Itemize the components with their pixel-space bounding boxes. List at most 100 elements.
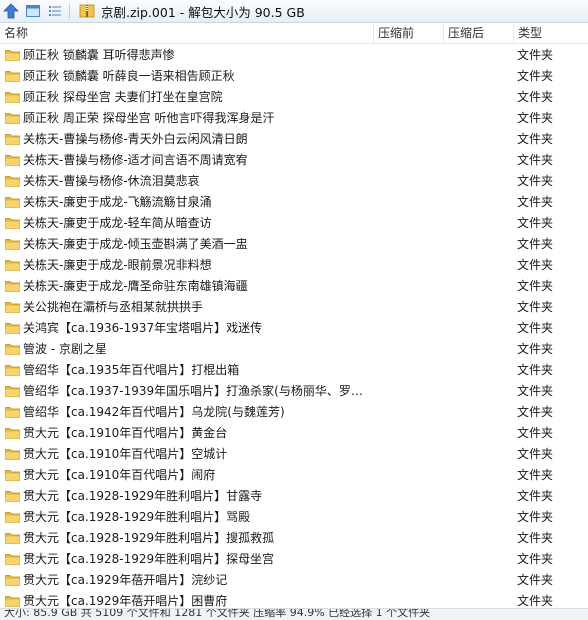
folder-icon [5, 113, 20, 124]
list-item[interactable]: 管绍华【ca.1937-1939年国乐唱片】打渔杀家(与杨丽华、罗小... 文件夹 [0, 381, 588, 402]
list-item-type: 文件夹 [517, 153, 554, 167]
folder-icon [5, 323, 20, 334]
list-item-type: 文件夹 [517, 405, 554, 419]
list-item-name: 贯大元【ca.1910年百代唱片】闹府 [23, 468, 216, 482]
list-item-name: 管绍华【ca.1935年百代唱片】打棍出箱 [23, 363, 240, 377]
folder-icon [5, 239, 20, 250]
list-item-name: 关鸿宾【ca.1936-1937年宝塔唱片】戏迷传 [23, 321, 263, 335]
column-header-packed[interactable]: 压缩后 [443, 24, 513, 43]
list-item-type: 文件夹 [517, 90, 554, 104]
folder-icon [5, 260, 20, 271]
list-item-name: 顾正秋 锁麟囊 听薛良一语来相告顾正秋 [23, 69, 235, 83]
list-item-type: 文件夹 [517, 195, 554, 209]
list-item-name: 管绍华【ca.1937-1939年国乐唱片】打渔杀家(与杨丽华、罗小... [23, 384, 373, 398]
list-item[interactable]: 关栋天-廉吏于成龙-膺圣命驻东南雄镇海疆 文件夹 [0, 276, 588, 297]
column-header-compressed[interactable]: 压缩前 [373, 24, 443, 43]
folder-icon [5, 71, 20, 82]
list-item[interactable]: 贯大元【ca.1928-1929年胜利唱片】搜孤救孤 文件夹 [0, 528, 588, 549]
list-item-name: 管波 - 京剧之星 [23, 342, 107, 356]
folder-icon [5, 281, 20, 292]
list-item-name: 贯大元【ca.1929年蓓开唱片】浣纱记 [23, 573, 228, 587]
list-item[interactable]: 关栋天-廉吏于成龙-飞觞流觞甘泉涌 文件夹 [0, 192, 588, 213]
list-item[interactable]: 关栋天-廉吏于成龙-轻车简从暗查访 文件夹 [0, 213, 588, 234]
list-item[interactable]: 顾正秋 锁麟囊 听薛良一语来相告顾正秋 文件夹 [0, 66, 588, 87]
list-item[interactable]: 管波 - 京剧之星 文件夹 [0, 339, 588, 360]
file-list: 顾正秋 锁麟囊 耳听得悲声惨 文件夹 顾正秋 锁麟囊 听薛良一语来相告顾正秋 文件夹顾… [0, 45, 588, 608]
folder-icon [5, 596, 20, 607]
list-item-name: 贯大元【ca.1928-1929年胜利唱片】甘露寺 [23, 489, 263, 503]
list-item[interactable]: 贯大元【ca.1929年蓓开唱片】困曹府 文件夹 [0, 591, 588, 608]
list-item-name: 关栋天-廉吏于成龙-轻车简从暗查访 [23, 216, 212, 230]
address-path[interactable]: 京剧.zip.001 - 解包大小为 90.5 GB [101, 2, 305, 21]
list-item[interactable]: 顾正秋 探母坐宫 夫妻们打坐在皇宫院 文件夹 [0, 87, 588, 108]
folder-icon [5, 365, 20, 376]
list-item[interactable]: 关鸿宾【ca.1936-1937年宝塔唱片】戏迷传 文件夹 [0, 318, 588, 339]
list-item[interactable]: 顾正秋 锁麟囊 耳听得悲声惨 文件夹 [0, 45, 588, 66]
zip-archive-icon [79, 4, 95, 18]
list-item[interactable]: 贯大元【ca.1929年蓓开唱片】浣纱记 文件夹 [0, 570, 588, 591]
list-item-type: 文件夹 [517, 531, 554, 545]
list-item[interactable]: 顾正秋 周正荣 探母坐宫 听他言吓得我浑身是汗 文件夹 [0, 108, 588, 129]
status-text: 大小: 85.9 GB 共 5109 个文件和 1281 个文件夹 压缩率 94… [4, 608, 431, 619]
folder-icon [5, 491, 20, 502]
list-item-type: 文件夹 [517, 111, 554, 125]
list-item-type: 文件夹 [517, 594, 554, 608]
list-item-name: 贯大元【ca.1928-1929年胜利唱片】搜孤救孤 [23, 531, 275, 545]
list-item-type: 文件夹 [517, 69, 554, 83]
list-item-name: 贯大元【ca.1910年百代唱片】黄金台 [23, 426, 228, 440]
list-item-type: 文件夹 [517, 573, 554, 587]
list-item-name: 管绍华【ca.1942年百代唱片】乌龙院(与魏莲芳) [23, 405, 285, 419]
list-item[interactable]: 关公挑袍在灞桥与丞相某就拱拱手 文件夹 [0, 297, 588, 318]
list-item[interactable]: 贯大元【ca.1910年百代唱片】闹府 文件夹 [0, 465, 588, 486]
list-item-name: 关栋天-廉吏于成龙-膺圣命驻东南雄镇海疆 [23, 279, 248, 293]
folder-icon [5, 197, 20, 208]
list-item-type: 文件夹 [517, 258, 554, 272]
list-item-type: 文件夹 [517, 342, 554, 356]
details-view-button[interactable] [44, 0, 66, 22]
column-header-type[interactable]: 类型 [513, 24, 588, 43]
column-header-name[interactable]: 名称 [0, 24, 373, 43]
list-item[interactable]: 贯大元【ca.1910年百代唱片】空城计 文件夹 [0, 444, 588, 465]
list-item-type: 文件夹 [517, 216, 554, 230]
folder-icon [5, 407, 20, 418]
view-mode-button[interactable] [22, 0, 44, 22]
column-header-bar: 名称 压缩前 压缩后 类型 [0, 24, 588, 44]
list-item-type: 文件夹 [517, 468, 554, 482]
list-item[interactable]: 贯大元【ca.1928-1929年胜利唱片】骂殿 文件夹 [0, 507, 588, 528]
folder-icon [5, 176, 20, 187]
list-item-type: 文件夹 [517, 174, 554, 188]
list-item[interactable]: 管绍华【ca.1942年百代唱片】乌龙院(与魏莲芳) 文件夹 [0, 402, 588, 423]
folder-icon [5, 470, 20, 481]
list-item-type: 文件夹 [517, 426, 554, 440]
list-item[interactable]: 关栋天-曹操与杨修-休流泪莫悲哀 文件夹 [0, 171, 588, 192]
up-button[interactable] [0, 0, 22, 22]
list-item[interactable]: 关栋天-廉吏于成龙-眼前景况非料想 文件夹 [0, 255, 588, 276]
list-item-name: 顾正秋 周正荣 探母坐宫 听他言吓得我浑身是汗 [23, 111, 275, 125]
folder-icon [5, 554, 20, 565]
list-item-type: 文件夹 [517, 300, 554, 314]
list-item[interactable]: 关栋天-曹操与杨修-青天外白云闲风清日朗 文件夹 [0, 129, 588, 150]
list-item[interactable]: 管绍华【ca.1935年百代唱片】打棍出箱 文件夹 [0, 360, 588, 381]
folder-icon [5, 134, 20, 145]
window-view-icon [26, 5, 40, 17]
list-item-name: 贯大元【ca.1929年蓓开唱片】困曹府 [23, 594, 228, 608]
list-item-type: 文件夹 [517, 552, 554, 566]
list-item-name: 顾正秋 锁麟囊 耳听得悲声惨 [23, 48, 175, 62]
list-item-name: 关栋天-廉吏于成龙-飞觞流觞甘泉涌 [23, 195, 212, 209]
folder-icon [5, 512, 20, 523]
folder-icon [5, 386, 20, 397]
list-item[interactable]: 关栋天-廉吏于成龙-倾玉壶斟满了美酒一盅 文件夹 [0, 234, 588, 255]
list-item-name: 关公挑袍在灞桥与丞相某就拱拱手 [23, 300, 204, 314]
list-item[interactable]: 贯大元【ca.1928-1929年胜利唱片】甘露寺 文件夹 [0, 486, 588, 507]
list-item-name: 关栋天-曹操与杨修-适才间言语不周请宽宥 [23, 153, 248, 167]
status-bar: 大小: 85.9 GB 共 5109 个文件和 1281 个文件夹 压缩率 94… [0, 608, 588, 620]
list-item[interactable]: 关栋天-曹操与杨修-适才间言语不周请宽宥 文件夹 [0, 150, 588, 171]
list-item-type: 文件夹 [517, 279, 554, 293]
list-item-type: 文件夹 [517, 321, 554, 335]
list-item[interactable]: 贯大元【ca.1910年百代唱片】黄金台 文件夹 [0, 423, 588, 444]
list-item-name: 贯大元【ca.1928-1929年胜利唱片】骂殿 [23, 510, 251, 524]
list-item[interactable]: 贯大元【ca.1928-1929年胜利唱片】探母坐宫 文件夹 [0, 549, 588, 570]
folder-icon [5, 533, 20, 544]
folder-icon [5, 302, 20, 313]
details-view-icon [49, 6, 61, 16]
